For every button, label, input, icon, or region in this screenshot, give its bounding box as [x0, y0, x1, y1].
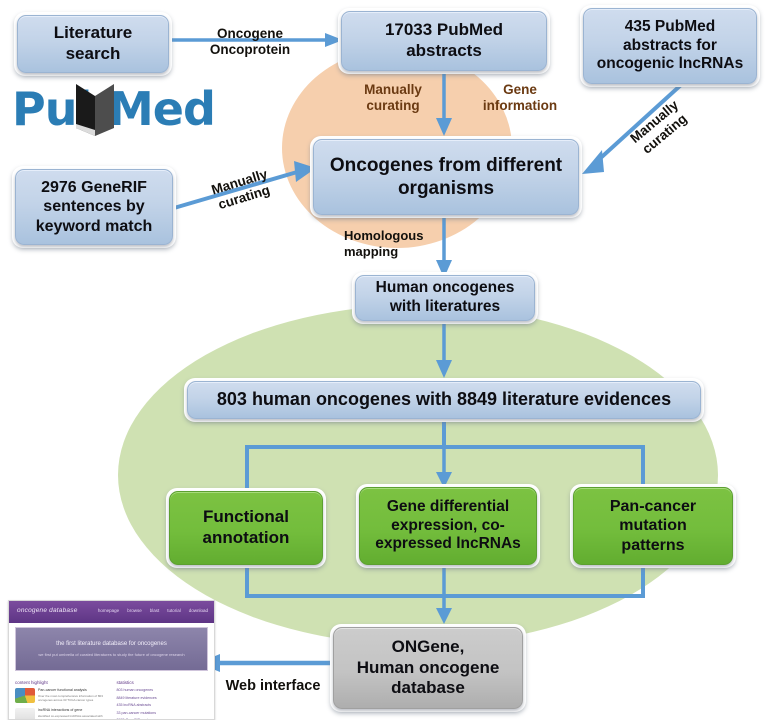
- web-thumb-nav[interactable]: homepage browse blast tutorial download: [98, 608, 208, 613]
- edge-label-homologous-mapping: Homologous mapping: [344, 228, 424, 259]
- web-thumb-hero-title: the first literature database for oncoge…: [56, 641, 167, 647]
- open-book-icon: [76, 84, 114, 136]
- arrow-human-to-count: [436, 318, 452, 378]
- node-literature-search-label: Literature search: [53, 23, 133, 63]
- node-gene-expression-label: Gene differential expression, co- expres…: [375, 497, 521, 553]
- web-thumb-item-title: Pan-cancer functional analysis: [38, 688, 87, 692]
- connector-trunk-down: [442, 420, 446, 448]
- web-thumb-stat-link[interactable]: 8849 literature evidences: [117, 696, 209, 700]
- edge-label-oncogene-oncoprotein: Oncogene Oncoprotein: [209, 26, 291, 58]
- web-thumb-nav-item-3[interactable]: tutorial: [167, 608, 181, 613]
- web-thumb-left-column: content highlight Pan-cancer functional …: [15, 680, 107, 720]
- web-thumb-nav-item-4[interactable]: download: [189, 608, 208, 613]
- web-thumb-header: oncogene database homepage browse blast …: [9, 601, 214, 623]
- web-thumb-right-heading: statistics: [116, 680, 134, 685]
- web-thumb-content-item[interactable]: Pan-cancer functional analysis Over the …: [15, 688, 107, 703]
- web-thumb-nav-item-1[interactable]: browse: [127, 608, 142, 613]
- node-literature-search[interactable]: Literature search: [14, 12, 172, 76]
- node-lncrna-abstracts-label: 435 PubMed abstracts for oncogenic lncRN…: [596, 17, 744, 73]
- bar-chart-thumbnail-icon: [15, 708, 35, 719]
- arrow-bus-to-ongene: [436, 568, 452, 624]
- node-functional-annotation-label: Functional annotation: [202, 507, 290, 547]
- arrow-ongene-to-web-interface: [198, 654, 350, 672]
- web-thumb-right-column: statistics 803 human oncogenes 8849 lite…: [116, 680, 209, 719]
- node-ongene-database[interactable]: ONGene, Human oncogene database: [330, 624, 526, 712]
- web-thumb-stat-link[interactable]: 803 human oncogenes: [117, 688, 209, 692]
- node-human-oncogenes[interactable]: Human oncogenes with literatures: [352, 272, 538, 324]
- connector-drop-right: [641, 445, 645, 488]
- web-interface-thumbnail[interactable]: oncogene database homepage browse blast …: [8, 600, 215, 720]
- web-thumb-nav-item-2[interactable]: blast: [150, 608, 160, 613]
- web-thumb-nav-item-0[interactable]: homepage: [98, 608, 119, 613]
- node-human-oncogenes-label: Human oncogenes with literatures: [375, 279, 515, 315]
- node-oncogenes-organisms-label: Oncogenes from different organisms: [329, 154, 563, 199]
- node-gene-expression[interactable]: Gene differential expression, co- expres…: [356, 484, 540, 568]
- web-thumb-item-desc: Over the most comprehensive information …: [38, 694, 103, 702]
- node-pubmed-abstracts[interactable]: 17033 PubMed abstracts: [338, 8, 550, 74]
- web-thumb-item-title: lncRNA interactions of gene: [38, 708, 83, 712]
- workflow-diagram: Literature search 17033 PubMed abstracts…: [0, 0, 766, 720]
- node-functional-annotation[interactable]: Functional annotation: [166, 488, 326, 568]
- connector-drop-left: [245, 445, 249, 488]
- edge-label-web-interface: Web interface: [225, 678, 321, 694]
- node-human-oncogenes-count-label: 803 human oncogenes with 8849 literature…: [216, 389, 672, 410]
- node-oncogenes-organisms[interactable]: Oncogenes from different organisms: [310, 136, 582, 218]
- node-generif-sentences[interactable]: 2976 GeneRIF sentences by keyword match: [12, 166, 176, 248]
- pubmed-logo: Pub Med: [12, 82, 216, 144]
- node-generif-sentences-label: 2976 GeneRIF sentences by keyword match: [35, 178, 153, 235]
- web-thumb-body: content highlight Pan-cancer functional …: [9, 675, 214, 720]
- web-thumb-left-heading: content highlight: [15, 680, 48, 685]
- node-pubmed-abstracts-label: 17033 PubMed abstracts: [384, 20, 504, 60]
- edge-label-gene-information: Gene information: [482, 82, 558, 114]
- node-lncrna-abstracts[interactable]: 435 PubMed abstracts for oncogenic lncRN…: [580, 5, 760, 87]
- node-human-oncogenes-count[interactable]: 803 human oncogenes with 8849 literature…: [184, 378, 704, 422]
- pubmed-logo-text-med: Med: [108, 82, 216, 136]
- web-thumb-item-desc: identified co-expressed lncRNAs associat…: [38, 714, 103, 720]
- node-pan-cancer-label: Pan-cancer mutation patterns: [609, 497, 697, 554]
- web-thumb-stat-link[interactable]: 33 pan-cancer mutations: [117, 711, 209, 715]
- web-thumb-hero: the first literature database for oncoge…: [15, 627, 208, 671]
- web-thumb-brand: oncogene database: [17, 607, 78, 614]
- node-pan-cancer[interactable]: Pan-cancer mutation patterns: [570, 484, 736, 568]
- edge-label-manually-curating-left: Manually curating: [364, 82, 422, 114]
- web-thumb-content-item[interactable]: lncRNA interactions of gene identified c…: [15, 708, 107, 720]
- web-thumb-stat-link[interactable]: 435 lncRNA abstracts: [117, 703, 209, 707]
- node-ongene-database-label: ONGene, Human oncogene database: [356, 636, 500, 698]
- pie-chart-thumbnail-icon: [15, 688, 35, 703]
- web-thumb-hero-subtitle: we first put umbrella of curated literat…: [38, 652, 185, 657]
